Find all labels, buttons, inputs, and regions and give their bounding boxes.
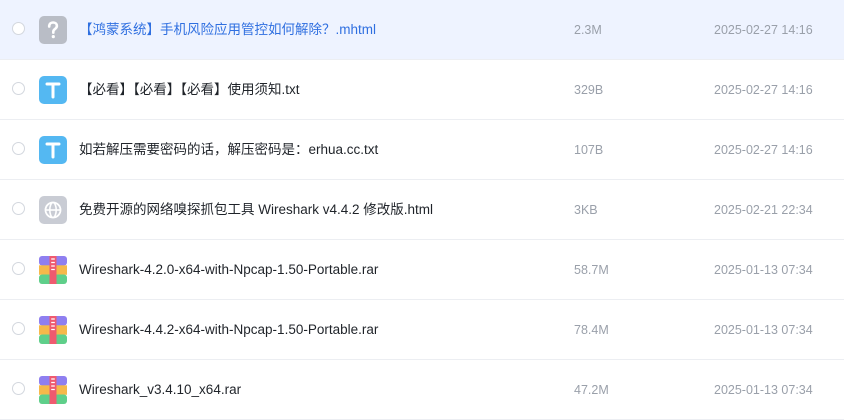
- archive-file-icon: [39, 316, 67, 344]
- file-date: 2025-01-13 07:34: [714, 383, 813, 397]
- select-radio[interactable]: [12, 382, 25, 395]
- file-name-link[interactable]: Wireshark_v3.4.10_x64.rar: [79, 381, 241, 399]
- file-row[interactable]: Wireshark-4.2.0-x64-with-Npcap-1.50-Port…: [0, 240, 844, 300]
- file-row[interactable]: 如若解压需要密码的话，解压密码是：erhua.cc.txt 107B 2025-…: [0, 120, 844, 180]
- file-size: 78.4M: [574, 323, 609, 337]
- file-row[interactable]: 【鸿蒙系统】手机风险应用管控如何解除？.mhtml 2.3M 2025-02-2…: [0, 0, 844, 60]
- select-radio[interactable]: [12, 142, 25, 155]
- file-size: 329B: [574, 83, 604, 97]
- file-name-link[interactable]: 【必看】【必看】【必看】使用须知.txt: [79, 81, 300, 99]
- file-size: 107B: [574, 143, 604, 157]
- file-row[interactable]: 【必看】【必看】【必看】使用须知.txt 329B 2025-02-27 14:…: [0, 60, 844, 120]
- file-list: 【鸿蒙系统】手机风险应用管控如何解除？.mhtml 2.3M 2025-02-2…: [0, 0, 844, 420]
- file-date: 2025-02-27 14:16: [714, 143, 813, 157]
- select-radio[interactable]: [12, 262, 25, 275]
- file-name-link[interactable]: Wireshark-4.2.0-x64-with-Npcap-1.50-Port…: [79, 261, 378, 279]
- file-size: 47.2M: [574, 383, 609, 397]
- file-row[interactable]: 免费开源的网络嗅探抓包工具 Wireshark v4.4.2 修改版.html …: [0, 180, 844, 240]
- archive-file-icon: [39, 376, 67, 404]
- file-size: 58.7M: [574, 263, 609, 277]
- select-radio[interactable]: [12, 22, 25, 35]
- unknown-file-icon: [39, 16, 67, 44]
- file-size: 3KB: [574, 203, 598, 217]
- text-file-icon: [39, 76, 67, 104]
- file-date: 2025-01-13 07:34: [714, 263, 813, 277]
- file-date: 2025-01-13 07:34: [714, 323, 813, 337]
- file-row[interactable]: Wireshark-4.4.2-x64-with-Npcap-1.50-Port…: [0, 300, 844, 360]
- file-date: 2025-02-27 14:16: [714, 23, 813, 37]
- select-radio[interactable]: [12, 82, 25, 95]
- file-name-link[interactable]: Wireshark-4.4.2-x64-with-Npcap-1.50-Port…: [79, 321, 378, 339]
- select-radio[interactable]: [12, 202, 25, 215]
- file-date: 2025-02-27 14:16: [714, 83, 813, 97]
- file-size: 2.3M: [574, 23, 602, 37]
- archive-file-icon: [39, 256, 67, 284]
- file-date: 2025-02-21 22:34: [714, 203, 813, 217]
- file-name-link[interactable]: 【鸿蒙系统】手机风险应用管控如何解除？.mhtml: [79, 21, 376, 39]
- file-name-link[interactable]: 如若解压需要密码的话，解压密码是：erhua.cc.txt: [79, 141, 378, 159]
- select-radio[interactable]: [12, 322, 25, 335]
- file-row[interactable]: Wireshark_v3.4.10_x64.rar 47.2M 2025-01-…: [0, 360, 844, 420]
- file-name-link[interactable]: 免费开源的网络嗅探抓包工具 Wireshark v4.4.2 修改版.html: [79, 201, 433, 219]
- text-file-icon: [39, 136, 67, 164]
- web-file-icon: [39, 196, 67, 224]
